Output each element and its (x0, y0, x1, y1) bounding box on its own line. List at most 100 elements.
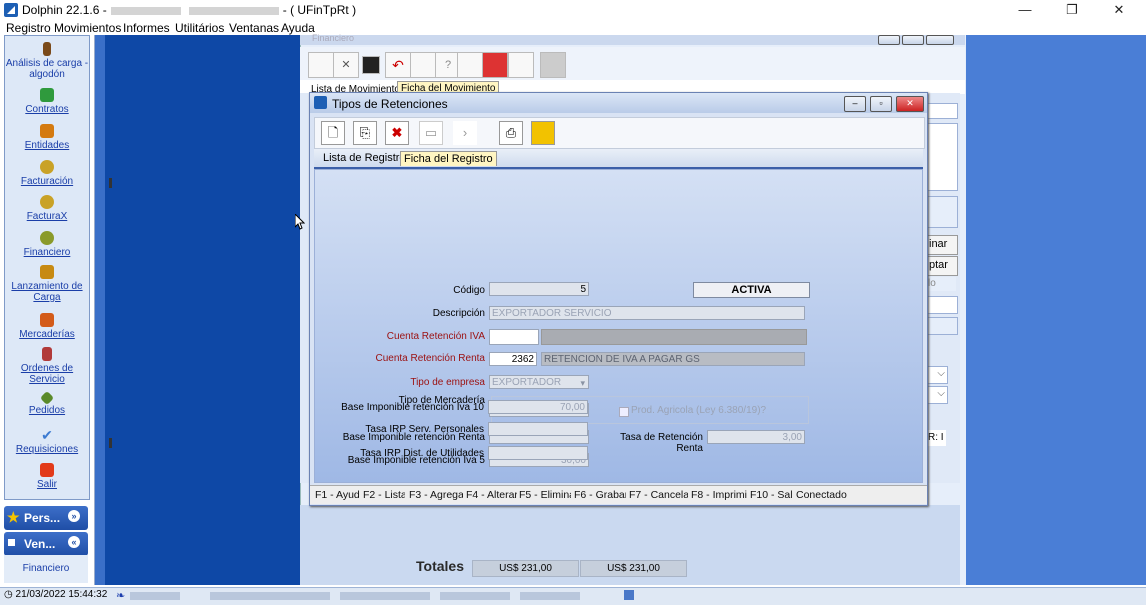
f3-add-key[interactable]: F3 - Agrega (409, 489, 463, 501)
sidebar-item-label: Requisiciones (15, 444, 79, 455)
menu-ayuda[interactable]: Ayuda (281, 21, 315, 35)
tab-ficha-registro[interactable]: Ficha del Registro (400, 151, 497, 166)
tasa-renta-label: Tasa de Retención Renta (620, 432, 703, 454)
new-icon[interactable] (308, 52, 334, 78)
sidebar-item-mercaderias[interactable]: Mercaderías (5, 313, 89, 340)
delete-icon[interactable]: ✕ (333, 52, 359, 78)
calculator-icon[interactable] (624, 590, 634, 600)
f4-edit-key[interactable]: F4 - Alterar (466, 489, 517, 501)
sidebar-item-label: Entidades (24, 140, 70, 151)
cuenta-renta-code-field[interactable]: 2362 (489, 352, 537, 366)
sidebar-group-ven[interactable]: Ven... « (4, 532, 88, 556)
financiero-maximize-button[interactable] (902, 35, 924, 45)
save-icon[interactable] (362, 56, 380, 74)
codigo-field[interactable]: 5 (489, 282, 589, 296)
total-credito: US$ 231,00 (580, 560, 687, 577)
sidebar-footer-financiero[interactable]: Financiero (4, 555, 88, 583)
financiero-title: Financiero (312, 33, 355, 43)
splitter-handle[interactable] (109, 178, 112, 188)
financiero-minimize-button[interactable] (878, 35, 900, 45)
truck-icon (40, 265, 54, 279)
sidebar-item-entidades[interactable]: Entidades (5, 124, 89, 151)
menu-registro[interactable]: Registro (6, 21, 51, 35)
new-record-icon[interactable]: 🗋 (321, 121, 345, 145)
menu-ventanas[interactable]: Ventanas (229, 21, 279, 35)
tasa-irp-dist-label: Tasa IRP Dist. de Utilidades (360, 448, 484, 459)
app-title-prefix: Dolphin 22.1.6 - (22, 3, 107, 17)
prod-agricola-checkbox[interactable] (619, 407, 629, 417)
financiero-dropdown[interactable]: ⌵ (926, 366, 948, 384)
sidebar-item-lanzamiento[interactable]: Lanzamiento de Carga (5, 265, 89, 303)
menu-movimientos[interactable]: Movimientos (54, 21, 121, 35)
print-icon[interactable]: ⎙ (499, 121, 523, 145)
star-icon: ★ (7, 509, 20, 525)
sidebar-item-pedidos[interactable]: Pedidos (5, 390, 89, 416)
chevron-up-icon[interactable]: « (68, 536, 80, 548)
financiero-dropdown[interactable]: ⌵ (926, 386, 948, 404)
aceptar-button[interactable]: ptar (926, 256, 958, 276)
maximize-button[interactable]: ❐ (1049, 0, 1095, 20)
minimize-button[interactable]: — (1002, 0, 1048, 20)
sidebar-item-label: Financiero (23, 247, 71, 258)
print-icon[interactable] (482, 52, 508, 78)
exit-door-icon[interactable] (531, 121, 555, 145)
sidebar-item-requisiciones[interactable]: ✔ Requisiciones (5, 428, 89, 455)
dialog-maximize-button[interactable]: ▫ (870, 96, 892, 112)
f7-cancel-key[interactable]: F7 - Cancelar (629, 489, 688, 501)
lock-icon[interactable] (508, 52, 534, 78)
eliminar-button[interactable]: inar (926, 235, 958, 255)
dolphin-icon: ❧ (116, 590, 126, 602)
chevron-down-icon[interactable]: » (68, 510, 80, 522)
pdf-icon[interactable] (540, 52, 566, 78)
sidebar-item-label: Lanzamiento de Carga (11, 281, 83, 303)
tasa-irp-dist-field[interactable] (488, 446, 588, 460)
codigo-label: Código (453, 285, 485, 296)
sidebar-item-ordenes[interactable]: Ordenes de Servicio (5, 347, 89, 385)
f2-list-key[interactable]: F2 - Lista (363, 489, 405, 501)
tipo-empresa-select[interactable]: EXPORTADOR ▾ (489, 375, 589, 389)
tasa-irp-serv-field[interactable] (488, 422, 588, 436)
dialog-close-button[interactable]: ✕ (896, 96, 924, 112)
redacted-text (210, 592, 330, 600)
copy-record-icon[interactable]: ⎘ (353, 121, 377, 145)
f8-print-key[interactable]: F8 - Imprimi (691, 489, 747, 501)
sidebar-item-label: Contratos (25, 104, 69, 115)
financiero-memo[interactable] (926, 123, 958, 191)
descripcion-field[interactable]: EXPORTADOR SERVICIO (489, 306, 805, 320)
financiero-toolbar: ✕ ↶ ? (300, 47, 965, 81)
financiero-close-button[interactable] (926, 35, 954, 45)
f5-delete-key[interactable]: F5 - Elimina (519, 489, 571, 501)
info-icon[interactable] (457, 52, 483, 78)
app-icon (4, 3, 18, 17)
save-record-icon[interactable]: ▭ (419, 121, 443, 145)
redo-icon[interactable]: › (453, 121, 477, 145)
delete-record-icon[interactable]: ✖ (385, 121, 409, 145)
sidebar-item-financiero[interactable]: Financiero (5, 231, 89, 258)
menu-bar: Registro Movimientos Informes Utilitário… (0, 20, 1146, 35)
sidebar-group-pers[interactable]: ★ Pers... » (4, 506, 88, 530)
f10-exit-key[interactable]: F10 - Salir (750, 489, 793, 501)
sidebar-item-label: Ordenes de Servicio (20, 363, 74, 385)
dialog-minimize-button[interactable]: – (844, 96, 866, 112)
sidebar-item-facturax[interactable]: FacturaX (5, 195, 89, 222)
sidebar-item-facturacion[interactable]: Facturación (5, 160, 89, 187)
financiero-field[interactable] (926, 296, 958, 314)
splitter-handle[interactable] (109, 438, 112, 448)
base-iva10-field[interactable]: 70,00 (488, 400, 588, 414)
undo-icon[interactable]: ↶ (385, 52, 411, 78)
tool-icon[interactable] (410, 52, 436, 78)
cuenta-iva-code-field[interactable] (489, 329, 539, 345)
sidebar-item-contratos[interactable]: Contratos (5, 88, 89, 115)
cotton-icon (43, 42, 51, 56)
tasa-renta-field[interactable]: 3,00 (707, 430, 805, 444)
financiero-field[interactable] (926, 103, 958, 119)
tipos-retenciones-dialog: Tipos de Retenciones – ▫ ✕ 🗋 ⎘ ✖ ▭ › ⎙ L… (309, 92, 928, 506)
f1-help-key[interactable]: F1 - Ayud (315, 489, 359, 501)
sidebar-item-analisis[interactable]: Análisis de carga - algodón (5, 42, 89, 80)
sidebar-item-salir[interactable]: Salir (5, 463, 89, 490)
menu-informes[interactable]: Informes (123, 21, 170, 35)
financiero-field[interactable] (926, 317, 958, 335)
close-button[interactable]: ✕ (1096, 0, 1142, 20)
menu-utilitarios[interactable]: Utilitários (175, 21, 224, 35)
f6-save-key[interactable]: F6 - Grabar (574, 489, 626, 501)
